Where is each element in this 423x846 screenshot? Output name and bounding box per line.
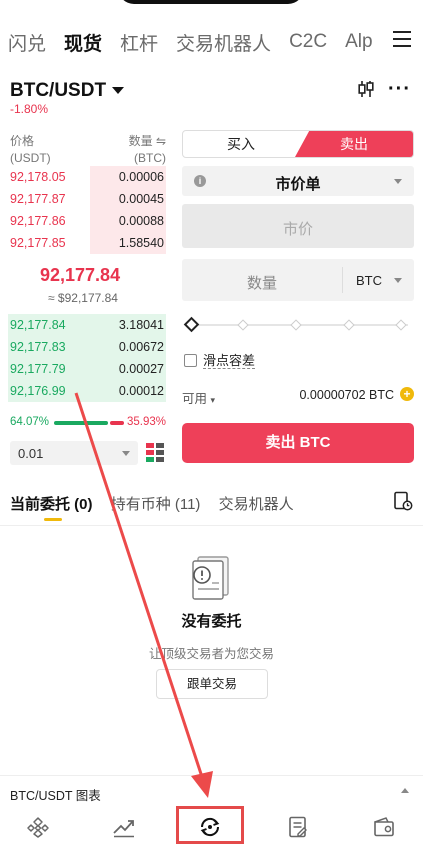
qty-unit: (BTC) — [134, 151, 166, 165]
slippage-label: 滑点容差 — [203, 353, 256, 369]
slider-knob[interactable] — [183, 316, 200, 333]
bid-price: 92,177.83 — [10, 340, 66, 354]
empty-subtitle: 让顶级交易者为您交易 — [148, 647, 274, 661]
chart-expand-bar[interactable]: BTC/USDT 图表 — [0, 775, 423, 805]
buy-sell-toggle: 买入 卖出 — [182, 130, 414, 158]
ask-qty: 0.00045 — [118, 192, 164, 206]
slider-tick[interactable] — [343, 319, 355, 331]
ask-row[interactable]: 92,178.05 0.00006 — [8, 166, 166, 188]
tab-margin[interactable]: 杠杆 — [120, 29, 158, 56]
home-icon[interactable] — [26, 816, 50, 838]
pair-name: BTC/USDT — [10, 80, 107, 101]
chevron-up-icon — [401, 788, 409, 793]
market-price-placeholder: 市价 — [282, 221, 313, 238]
order-history-icon[interactable] — [393, 491, 413, 511]
copy-trading-button[interactable]: 跟单交易 — [156, 669, 268, 699]
orderbook-layout-icon[interactable] — [146, 443, 164, 463]
caret-down-icon — [394, 179, 402, 184]
order-type-select[interactable]: i 市价单 — [182, 166, 414, 196]
bid-qty: 0.00672 — [118, 340, 164, 354]
tab-c2c[interactable]: C2C — [289, 31, 327, 53]
device-notch — [118, 0, 304, 4]
bid-qty: 3.18041 — [118, 318, 164, 332]
slippage-checkbox[interactable]: 滑点容差 — [184, 350, 256, 369]
ask-row[interactable]: 92,177.87 0.00045 — [8, 188, 166, 210]
ask-price: 92,178.05 — [10, 170, 66, 184]
tab-bots[interactable]: 交易机器人 — [219, 496, 294, 513]
caret-down-icon — [394, 278, 402, 283]
more-options-icon[interactable]: ··· — [388, 78, 411, 101]
orders-icon[interactable] — [286, 816, 310, 838]
bid-row[interactable]: 92,177.83 0.00672 — [8, 336, 166, 358]
bid-price: 92,176.99 — [10, 384, 66, 398]
ask-qty: 1.58540 — [118, 236, 164, 250]
qty-header[interactable]: 数量 ⇋ — [129, 132, 166, 149]
last-price: 92,177.84 — [40, 265, 121, 285]
candlestick-chart-icon[interactable] — [357, 80, 375, 98]
caret-down-icon — [112, 87, 125, 95]
price-change: -1.80% — [10, 102, 49, 116]
bid-row[interactable]: 92,177.79 0.00027 — [8, 358, 166, 380]
price-header: 价格 — [10, 134, 35, 148]
no-orders-icon — [192, 556, 229, 600]
tab-trading-bot[interactable]: 交易机器人 — [176, 29, 271, 56]
ask-qty: 0.00088 — [118, 214, 164, 228]
add-funds-icon[interactable]: + — [400, 387, 414, 401]
sell-ratio: 35.93% — [126, 416, 166, 428]
buy-ratio-bar — [54, 421, 108, 425]
price-unit: (USDT) — [10, 151, 51, 165]
bid-price: 92,177.79 — [10, 362, 66, 376]
ask-price: 92,177.85 — [10, 236, 66, 250]
price-field: 市价 — [182, 204, 414, 248]
wallet-icon[interactable] — [372, 816, 396, 838]
ask-price: 92,177.86 — [10, 214, 66, 228]
slider-tick[interactable] — [290, 319, 302, 331]
slider-tick[interactable] — [395, 319, 407, 331]
bottom-nav — [0, 806, 423, 846]
amount-unit-select[interactable]: BTC — [356, 273, 382, 288]
top-tab-bar: 闪兑 现货 杠杆 交易机器人 C2C Alp — [8, 28, 423, 56]
slider-tick[interactable] — [237, 319, 249, 331]
buy-tab[interactable]: 买入 — [183, 131, 299, 157]
active-tab-indicator — [44, 518, 62, 521]
bid-qty: 0.00012 — [118, 384, 164, 398]
last-price-usd: ≈ $92,177.84 — [48, 291, 118, 305]
hamburger-menu-icon[interactable] — [393, 31, 411, 47]
empty-title: 没有委托 — [181, 613, 242, 630]
bid-price: 92,177.84 — [10, 318, 66, 332]
buy-sell-ratio: 64.07% 35.93% — [10, 416, 166, 430]
amount-field[interactable]: 数量 BTC — [182, 259, 414, 301]
tab-alpha[interactable]: Alp — [345, 31, 372, 53]
available-label[interactable]: 可用 ▾ — [182, 388, 215, 407]
bid-row[interactable]: 92,176.99 0.00012 — [8, 380, 166, 402]
ask-row[interactable]: 92,177.86 0.00088 — [8, 210, 166, 232]
order-type-value: 市价单 — [275, 176, 321, 193]
tab-spot[interactable]: 现货 — [64, 29, 102, 56]
bid-row[interactable]: 92,177.84 3.18041 — [8, 314, 166, 336]
available-value: 0.00000702 BTC — [299, 388, 394, 402]
orders-tab-bar: 当前委托 (0) 持有币种 (11) 交易机器人 — [10, 493, 308, 514]
ask-row[interactable]: 92,177.85 1.58540 — [8, 232, 166, 254]
ask-qty: 0.00006 — [118, 170, 164, 184]
ask-price: 92,177.87 — [10, 192, 66, 206]
precision-value: 0.01 — [18, 446, 44, 461]
pair-selector[interactable]: BTC/USDT — [10, 80, 125, 102]
amount-slider[interactable] — [183, 316, 408, 333]
bid-qty: 0.00027 — [118, 362, 164, 376]
buy-ratio: 64.07% — [10, 416, 50, 428]
amount-placeholder: 数量 — [246, 275, 277, 292]
caret-down-icon — [122, 451, 130, 456]
sell-submit-button[interactable]: 卖出 BTC — [182, 423, 414, 463]
tab-open-orders[interactable]: 当前委托 (0) — [10, 496, 93, 513]
chart-bar-label: BTC/USDT 图表 — [10, 789, 101, 803]
sell-tab[interactable]: 卖出 — [295, 131, 413, 157]
checkbox-icon[interactable] — [184, 354, 197, 367]
precision-select[interactable]: 0.01 — [10, 441, 138, 465]
tab-holdings[interactable]: 持有币种 (11) — [111, 496, 201, 513]
tab-convert[interactable]: 闪兑 — [8, 29, 46, 56]
sell-ratio-bar — [110, 421, 124, 425]
markets-icon[interactable] — [112, 816, 136, 838]
trade-nav-highlight — [176, 806, 244, 844]
